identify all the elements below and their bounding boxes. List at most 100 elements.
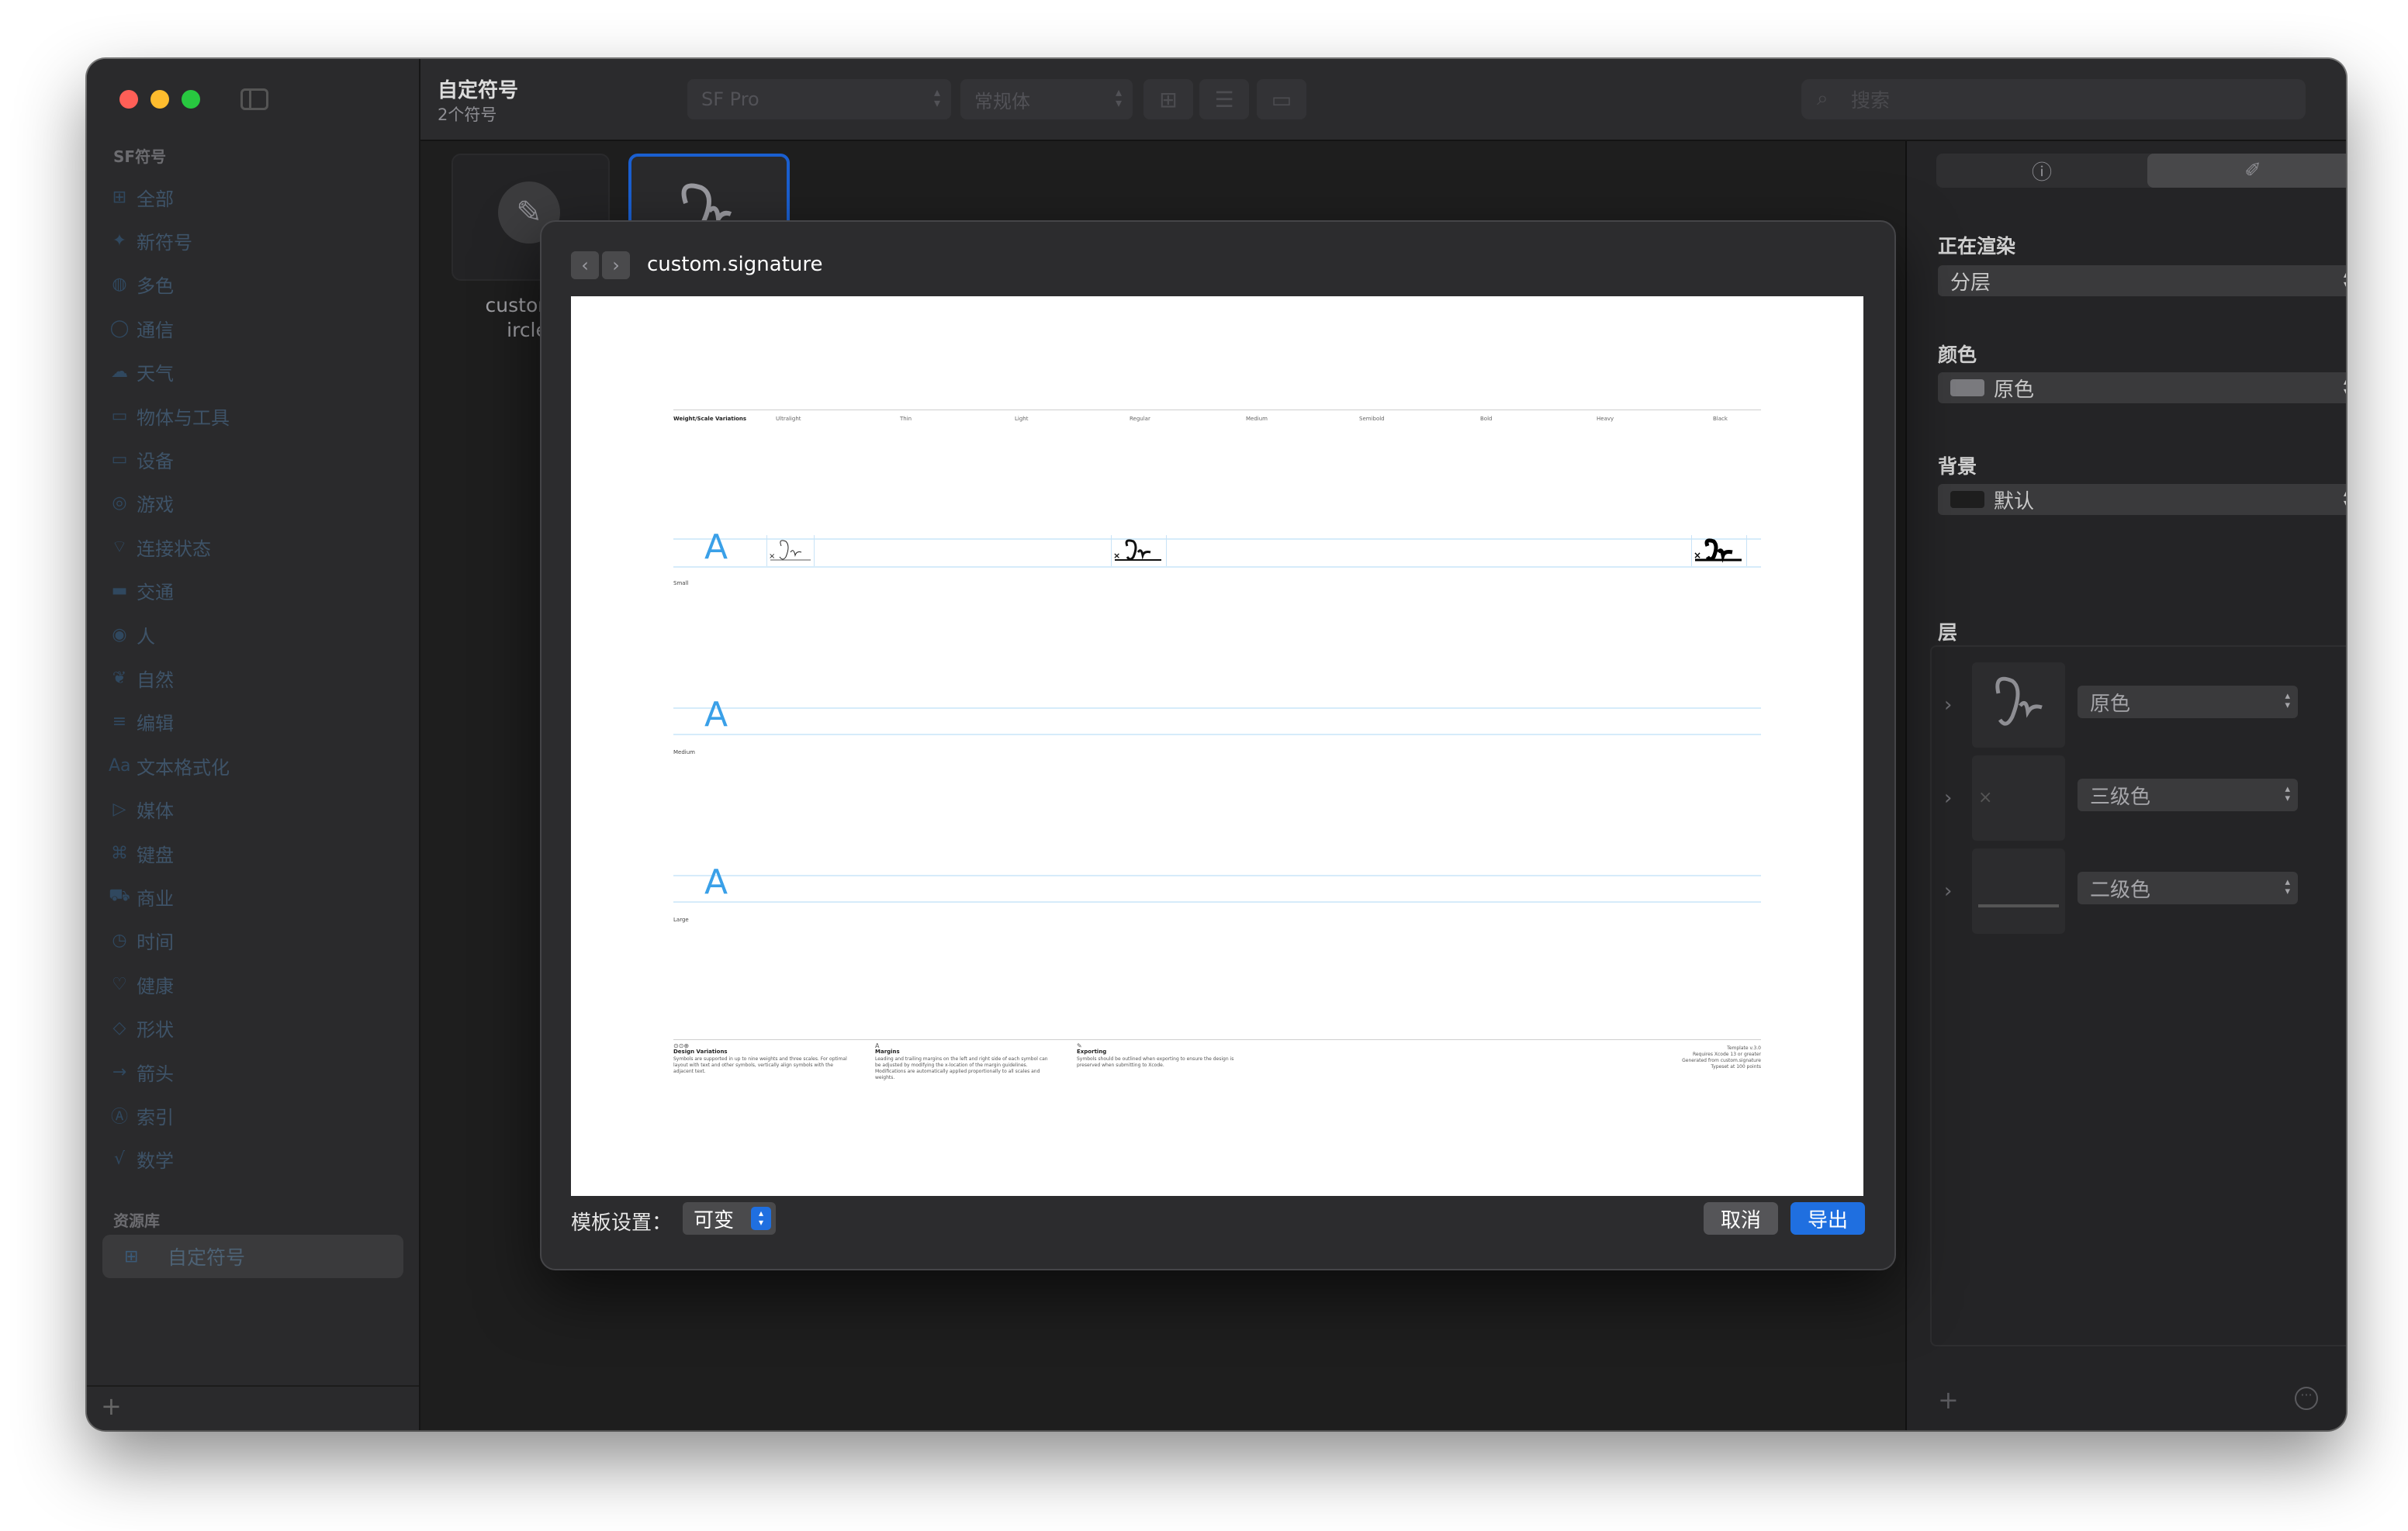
sidebar-item-label: 文本格式化 bbox=[137, 756, 230, 779]
back-button[interactable]: ‹ bbox=[571, 251, 599, 279]
sparkle-icon: ✦ bbox=[112, 231, 127, 251]
template-settings-popup[interactable]: 可变 ▴ ▾ bbox=[683, 1202, 776, 1235]
layer-thumbnail: × bbox=[1972, 755, 2065, 841]
sidebar-item-label: 商业 bbox=[137, 887, 174, 910]
sidebar-item-custom-symbols[interactable]: ⊞ 自定符号 bbox=[102, 1235, 403, 1278]
sidebar-item[interactable]: ◍ 多色 bbox=[102, 263, 403, 306]
color-value: 原色 bbox=[1994, 378, 2035, 402]
sidebar-item[interactable]: ⊞ 全部 bbox=[102, 175, 403, 219]
inspector-panel: ⓘ ✐ 正在渲染 分层 ▴▾ 颜色 原色 ▴▾ 背景 默认 ▴▾ 层 › bbox=[1905, 141, 2346, 1430]
sidebar-item[interactable]: ⌔ 连接状态 bbox=[102, 525, 403, 569]
layer-thumbnail bbox=[1972, 662, 2065, 748]
close-button[interactable] bbox=[119, 90, 138, 109]
sidebar-item-label: 设备 bbox=[137, 451, 174, 473]
list-view-button[interactable]: ☰ bbox=[1199, 79, 1249, 119]
sidebar-item[interactable]: ◯ 通信 bbox=[102, 306, 403, 350]
export-button[interactable]: 导出 bbox=[1790, 1202, 1865, 1235]
rendering-value: 分层 bbox=[1950, 271, 1991, 295]
layer-color-value: 三级色 bbox=[2090, 785, 2151, 809]
clock-icon: ◷ bbox=[112, 931, 127, 951]
sidebar-item[interactable]: → 箭头 bbox=[102, 1050, 403, 1094]
sidebar-item[interactable]: ☁ 天气 bbox=[102, 351, 403, 394]
sidebar-item-label: 自然 bbox=[137, 669, 174, 691]
page-title: 自定符号 bbox=[438, 79, 519, 102]
heart-icon: ♡ bbox=[112, 974, 127, 994]
signature-icon: × bbox=[1113, 539, 1161, 561]
rendering-popup[interactable]: 分层 ▴▾ bbox=[1938, 265, 2346, 296]
sidebar-item-label: 多色 bbox=[137, 275, 174, 298]
sidebar-toggle-icon[interactable] bbox=[240, 88, 268, 110]
sidebar-footer: + bbox=[87, 1385, 419, 1430]
more-icon[interactable]: ··· bbox=[2295, 1387, 2318, 1410]
grid-view-button[interactable]: ⊞ bbox=[1143, 79, 1193, 119]
sidebar-item[interactable]: ✦ 新符号 bbox=[102, 219, 403, 262]
sidebar-item[interactable]: ▬ 交通 bbox=[102, 569, 403, 613]
footer-rule bbox=[673, 1039, 1761, 1040]
footer-heading: Exporting bbox=[1077, 1049, 1107, 1055]
search-field[interactable]: ⌕ 搜索 bbox=[1801, 79, 2306, 119]
minimize-button[interactable] bbox=[150, 90, 169, 109]
chevron-updown-icon: ▴▾ bbox=[2285, 783, 2290, 804]
sidebar-item[interactable]: ▭ 设备 bbox=[102, 437, 403, 481]
sidebar-item-label: 媒体 bbox=[137, 800, 174, 823]
layers-label: 层 bbox=[1938, 621, 1958, 644]
grid-icon: ⊞ bbox=[1159, 86, 1178, 112]
reference-a-glyph: A bbox=[704, 527, 728, 567]
background-popup[interactable]: 默认 ▴▾ bbox=[1938, 484, 2346, 515]
sidebar-item[interactable]: Aa 文本格式化 bbox=[102, 744, 403, 787]
symbol-count: 2个符号 bbox=[438, 105, 497, 124]
sidebar-item[interactable]: ◷ 时间 bbox=[102, 919, 403, 962]
layer-color-value: 二级色 bbox=[2090, 878, 2151, 902]
gallery-view-button[interactable]: ▭ bbox=[1257, 79, 1306, 119]
disclosure-icon[interactable]: › bbox=[1944, 786, 1952, 810]
info-tab[interactable]: ⓘ bbox=[1936, 154, 2147, 188]
cancel-button[interactable]: 取消 bbox=[1704, 1202, 1778, 1235]
gamecontroller-icon: ◎ bbox=[112, 493, 127, 513]
font-popup-value: SF Pro bbox=[701, 88, 759, 110]
color-popup[interactable]: 原色 ▴▾ bbox=[1938, 372, 2346, 403]
sidebar-item[interactable]: √ 数学 bbox=[102, 1138, 403, 1181]
background-label: 背景 bbox=[1938, 455, 1977, 478]
sidebar-item[interactable]: ◉ 人 bbox=[102, 613, 403, 656]
disclosure-icon[interactable]: › bbox=[1944, 880, 1952, 903]
sidebar-item[interactable]: ◇ 形状 bbox=[102, 1006, 403, 1049]
weight-label: Ultralight bbox=[776, 416, 801, 422]
sidebar-item[interactable]: ▭ 物体与工具 bbox=[102, 394, 403, 437]
search-icon: ⌕ bbox=[1817, 87, 1828, 110]
weight-label: Regular bbox=[1130, 416, 1150, 422]
sidebar-item[interactable]: ⌘ 键盘 bbox=[102, 831, 403, 875]
cart-icon: ⛟ bbox=[109, 886, 130, 906]
sidebar-item-label: 索引 bbox=[137, 1106, 174, 1128]
sidebar-item-label: 编辑 bbox=[137, 713, 174, 735]
add-layer-icon[interactable]: + bbox=[1938, 1385, 1959, 1415]
layer-color-popup[interactable]: 二级色 ▴ ▾ bbox=[2078, 872, 2298, 904]
sidebar-item[interactable]: Ⓐ 索引 bbox=[102, 1094, 403, 1137]
layer-row[interactable]: › 原色 ▴ ▾ bbox=[1932, 662, 2346, 755]
signature-icon: × bbox=[769, 540, 811, 561]
sidebar-item[interactable]: ◎ 游戏 bbox=[102, 482, 403, 525]
sidebar-item[interactable]: ⛟ 商业 bbox=[102, 875, 403, 918]
chevron-updown-icon: ▴▾ bbox=[2285, 690, 2290, 711]
sidebar-item[interactable]: ♡ 健康 bbox=[102, 962, 403, 1006]
command-icon: ⌘ bbox=[111, 843, 128, 863]
template-version-info: Template v.3.0 Requires Xcode 13 or grea… bbox=[1682, 1045, 1761, 1070]
weight-label: Medium bbox=[1246, 416, 1268, 422]
layer-row[interactable]: › 二级色 ▴ ▾ bbox=[1932, 848, 2346, 942]
palette-icon: ◍ bbox=[112, 275, 127, 295]
add-icon[interactable]: + bbox=[101, 1391, 122, 1421]
chevron-updown-icon: ▴▾ bbox=[2344, 376, 2346, 397]
sidebar-item[interactable]: ≡ 编辑 bbox=[102, 700, 403, 744]
layer-color-popup[interactable]: 原色 ▴ ▾ bbox=[2078, 686, 2298, 718]
layer-color-popup[interactable]: 三级色 ▴ ▾ bbox=[2078, 779, 2298, 811]
layer-row[interactable]: › × 三级色 ▴ ▾ bbox=[1932, 755, 2346, 848]
paintbrush-tab[interactable]: ✐ bbox=[2147, 154, 2346, 188]
disclosure-icon[interactable]: › bbox=[1944, 693, 1952, 717]
forward-button[interactable]: › bbox=[602, 251, 630, 279]
playpause-icon: ▷ bbox=[112, 800, 126, 820]
sidebar-item[interactable]: ❦ 自然 bbox=[102, 656, 403, 700]
weight-popup[interactable]: 常规体 ▴ ▾ bbox=[960, 79, 1133, 119]
footer-text: Leading and trailing margins on the left… bbox=[875, 1056, 1048, 1080]
font-popup[interactable]: SF Pro ▴ ▾ bbox=[687, 79, 951, 119]
zoom-button[interactable] bbox=[182, 90, 200, 109]
sidebar-item[interactable]: ▷ 媒体 bbox=[102, 787, 403, 831]
